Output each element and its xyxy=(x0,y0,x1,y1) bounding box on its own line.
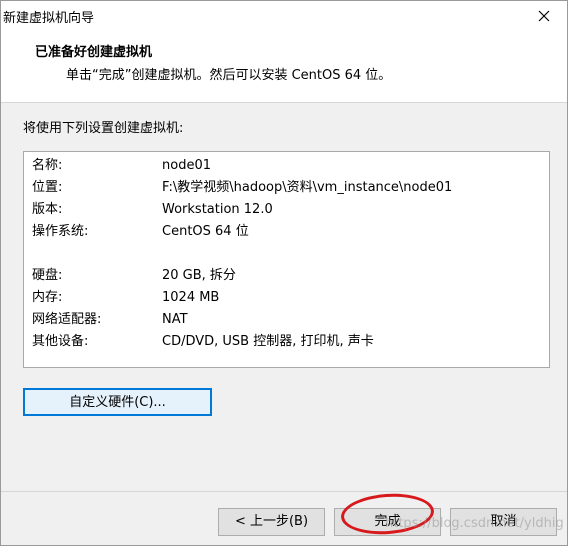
summary-value: 20 GB, 拆分 xyxy=(162,268,236,283)
summary-key: 其他设备: xyxy=(32,334,89,349)
summary-value: 1024 MB xyxy=(162,290,220,305)
summary-value: F:\教学视频\hadoop\资料\vm_instance\node01 xyxy=(162,180,453,195)
page-subtitle: 单击“完成”创建虚拟机。然后可以安装 CentOS 64 位。 xyxy=(66,68,392,83)
summary-key: 内存: xyxy=(32,290,63,305)
summary-key: 操作系统: xyxy=(32,224,89,239)
new-vm-wizard-dialog: 新建虚拟机向导 已准备好创建虚拟机 单击“完成”创建虚拟机。然后可以安装 Cen… xyxy=(0,0,568,546)
summary-key: 名称: xyxy=(32,158,63,173)
summary-value: node01 xyxy=(162,158,211,173)
title-bar: 新建虚拟机向导 xyxy=(1,1,567,31)
wizard-header: 已准备好创建虚拟机 单击“完成”创建虚拟机。然后可以安装 CentOS 64 位… xyxy=(1,31,567,103)
summary-value: CD/DVD, USB 控制器, 打印机, 声卡 xyxy=(162,334,374,349)
summary-value: CentOS 64 位 xyxy=(162,224,249,239)
settings-intro-label: 将使用下列设置创建虚拟机: xyxy=(23,121,184,136)
summary-key: 网络适配器: xyxy=(32,312,102,327)
summary-key: 版本: xyxy=(32,202,63,217)
window-title: 新建虚拟机向导 xyxy=(3,11,95,26)
summary-key: 硬盘: xyxy=(32,268,63,283)
cancel-button[interactable]: 取消 xyxy=(450,508,557,536)
summary-value: NAT xyxy=(162,312,188,327)
close-icon xyxy=(538,10,550,22)
settings-summary-box: 名称: node01 位置: F:\教学视频\hadoop\资料\vm_inst… xyxy=(23,151,550,368)
summary-value: Workstation 12.0 xyxy=(162,202,273,217)
summary-key: 位置: xyxy=(32,180,63,195)
customize-hardware-button[interactable]: 自定义硬件(C)... xyxy=(23,388,212,416)
finish-button[interactable]: 完成 xyxy=(334,508,441,536)
footer-divider xyxy=(1,491,567,492)
back-button[interactable]: < 上一步(B) xyxy=(218,508,325,536)
close-button[interactable] xyxy=(521,1,567,31)
page-title: 已准备好创建虚拟机 xyxy=(35,45,153,60)
